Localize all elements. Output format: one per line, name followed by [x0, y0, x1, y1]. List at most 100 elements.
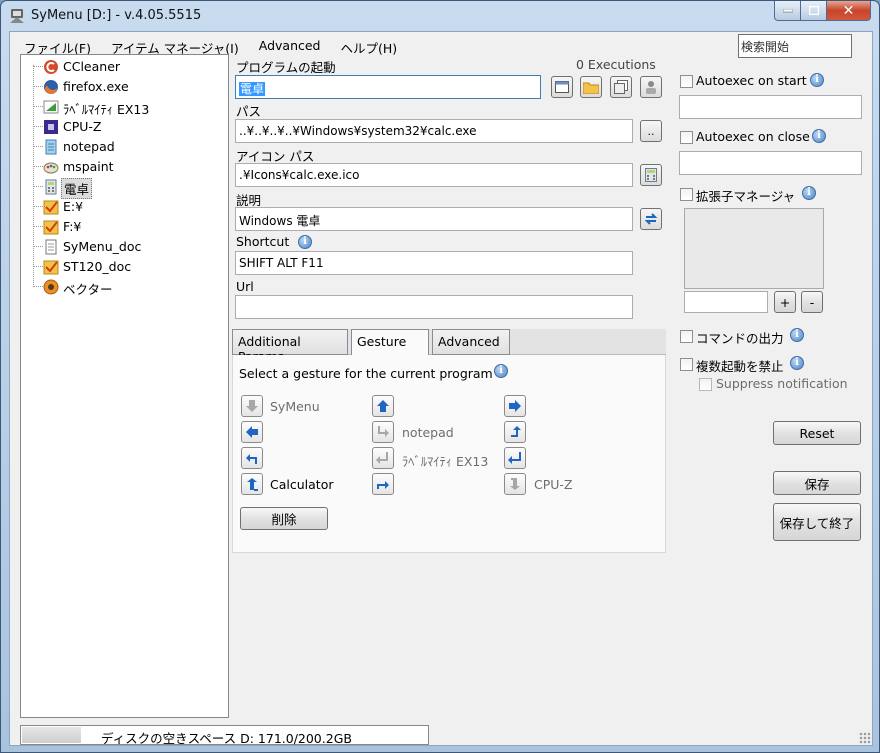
delete-gesture-button[interactable]: 削除: [240, 507, 328, 530]
tree-item-drive-e[interactable]: E:¥: [21, 197, 221, 217]
item-tree[interactable]: CCleaner firefox.exe ﾗﾍﾞﾙﾏｲﾃｨ EX13 CPU-Z…: [20, 54, 229, 718]
gesture-label: Calculator: [270, 477, 334, 492]
tab-gesture[interactable]: Gesture: [351, 329, 429, 355]
user-button[interactable]: [640, 76, 662, 98]
shortcut-input[interactable]: SHIFT ALT F11: [235, 251, 633, 275]
choose-icon-button[interactable]: [640, 164, 662, 186]
cpuz-icon: [44, 120, 58, 134]
tree-item-firefox[interactable]: firefox.exe: [21, 77, 221, 97]
tab-additional-params[interactable]: Additional Params: [232, 329, 348, 364]
vector-icon: [43, 279, 59, 295]
minimize-button[interactable]: [774, 1, 801, 21]
tree-connector: [33, 266, 43, 267]
paint-icon: [43, 162, 59, 174]
search-input[interactable]: [738, 34, 852, 58]
autoexec-start-checkbox[interactable]: [680, 75, 693, 88]
gesture-up-button[interactable]: [372, 395, 394, 417]
icon-path-input[interactable]: .¥Icons¥calc.exe.ico: [235, 163, 633, 187]
gesture-left-up-button[interactable]: [241, 447, 263, 469]
gesture-up-right-button[interactable]: [372, 473, 394, 495]
tree-item-mspaint[interactable]: mspaint: [21, 157, 221, 177]
calculator-icon: [45, 179, 57, 195]
save-button[interactable]: 保存: [773, 471, 861, 495]
gesture-right-down-button[interactable]: [504, 447, 526, 469]
arrow-up-left-icon: [247, 478, 258, 491]
tree-item-cpuz[interactable]: CPU-Z: [21, 117, 221, 137]
description-input[interactable]: Windows 電卓: [235, 207, 633, 231]
calculator-icon: [645, 168, 657, 182]
arrow-up-left-icon: [246, 454, 257, 464]
menu-advanced[interactable]: Advanced: [247, 36, 329, 56]
folder-check-icon: [43, 220, 59, 235]
path-input[interactable]: ..¥..¥..¥..¥Windows¥system32¥calc.exe: [235, 119, 633, 143]
shortcut-info-icon[interactable]: i: [298, 235, 312, 249]
menu-help[interactable]: ヘルプ(H): [329, 36, 406, 56]
menu-bar: ファイル(F) アイテム マネージャ(I) Advanced ヘルプ(H): [10, 36, 405, 56]
program-label: プログラムの起動: [236, 60, 336, 75]
folder-button[interactable]: [580, 76, 602, 98]
tree-item-notepad[interactable]: notepad: [21, 137, 221, 157]
client-area: ファイル(F) アイテム マネージャ(I) Advanced ヘルプ(H) CC…: [9, 31, 873, 746]
maximize-button[interactable]: [801, 1, 827, 21]
gesture-left-button[interactable]: [241, 421, 263, 443]
shortcut-label: Shortcut: [236, 234, 290, 249]
gesture-right-button[interactable]: [504, 395, 526, 417]
tree-connector: [33, 66, 43, 67]
title-bar[interactable]: SyMenu [D:] - v.4.05.5515 ✕: [1, 1, 879, 31]
suppress-notification-checkbox[interactable]: [699, 378, 712, 391]
autoexec-start-input[interactable]: [679, 95, 862, 119]
program-name-input[interactable]: 電卓: [235, 75, 541, 99]
tab-advanced[interactable]: Advanced: [432, 329, 510, 355]
tree-item-vector[interactable]: ベクター: [21, 277, 221, 297]
tree-item-ccleaner[interactable]: CCleaner: [21, 57, 221, 77]
gesture-down-right-button[interactable]: [372, 421, 394, 443]
notepad-icon: [45, 139, 57, 155]
copy-button[interactable]: [610, 76, 632, 98]
gesture-down-left-2-button[interactable]: [504, 473, 526, 495]
refresh-description-button[interactable]: [640, 208, 662, 230]
reset-button[interactable]: Reset: [773, 421, 861, 445]
url-input[interactable]: [235, 295, 633, 319]
tree-item-label: ベクター: [63, 282, 113, 297]
suppress-notification-label: Suppress notification: [716, 376, 848, 391]
resize-grip[interactable]: [859, 732, 871, 744]
close-button[interactable]: ✕: [827, 1, 871, 21]
add-extension-button[interactable]: +: [774, 291, 796, 313]
arrow-down-left-icon: [376, 452, 388, 464]
gesture-up-left-button[interactable]: [241, 473, 263, 495]
arrow-up-icon: [377, 400, 389, 412]
gesture-down-left-button[interactable]: [372, 447, 394, 469]
gesture-panel: Select a gesture for the current program…: [232, 355, 666, 553]
remove-extension-button[interactable]: -: [801, 291, 823, 313]
tree-item-labelmighty[interactable]: ﾗﾍﾞﾙﾏｲﾃｨ EX13: [21, 97, 221, 117]
arrow-right-icon: [509, 400, 521, 412]
extension-input[interactable]: [684, 291, 768, 313]
prevent-multiple-info-icon[interactable]: i: [790, 356, 804, 370]
tree-item-calculator[interactable]: 電卓: [21, 177, 221, 199]
executions-count: 0 Executions: [576, 57, 656, 72]
extension-list[interactable]: [684, 208, 824, 289]
menu-item-manager[interactable]: アイテム マネージャ(I): [99, 36, 247, 56]
gesture-right-up-button[interactable]: [504, 421, 526, 443]
autoexec-start-info-icon[interactable]: i: [810, 73, 824, 87]
window-button[interactable]: [551, 76, 573, 98]
gesture-down-button[interactable]: [241, 395, 263, 417]
save-and-exit-button[interactable]: 保存して終了: [773, 503, 861, 541]
menu-file[interactable]: ファイル(F): [10, 36, 99, 56]
gesture-info-icon[interactable]: i: [494, 364, 508, 378]
command-output-info-icon[interactable]: i: [790, 328, 804, 342]
extension-manager-info-icon[interactable]: i: [802, 186, 816, 200]
tree-item-drive-f[interactable]: F:¥: [21, 217, 221, 237]
tree-item-st120-doc[interactable]: ST120_doc: [21, 257, 221, 277]
tree-item-symenu-doc[interactable]: SyMenu_doc: [21, 237, 221, 257]
browse-path-button[interactable]: ..: [640, 120, 662, 142]
tree-item-label: notepad: [63, 139, 115, 154]
autoexec-close-checkbox[interactable]: [680, 131, 693, 144]
autoexec-close-input[interactable]: [679, 151, 862, 175]
command-output-checkbox[interactable]: [680, 330, 693, 343]
prevent-multiple-checkbox[interactable]: [680, 358, 693, 371]
autoexec-close-info-icon[interactable]: i: [812, 129, 826, 143]
tree-item-label: E:¥: [63, 199, 84, 214]
maximize-icon: [808, 6, 819, 15]
extension-manager-checkbox[interactable]: [680, 188, 693, 201]
